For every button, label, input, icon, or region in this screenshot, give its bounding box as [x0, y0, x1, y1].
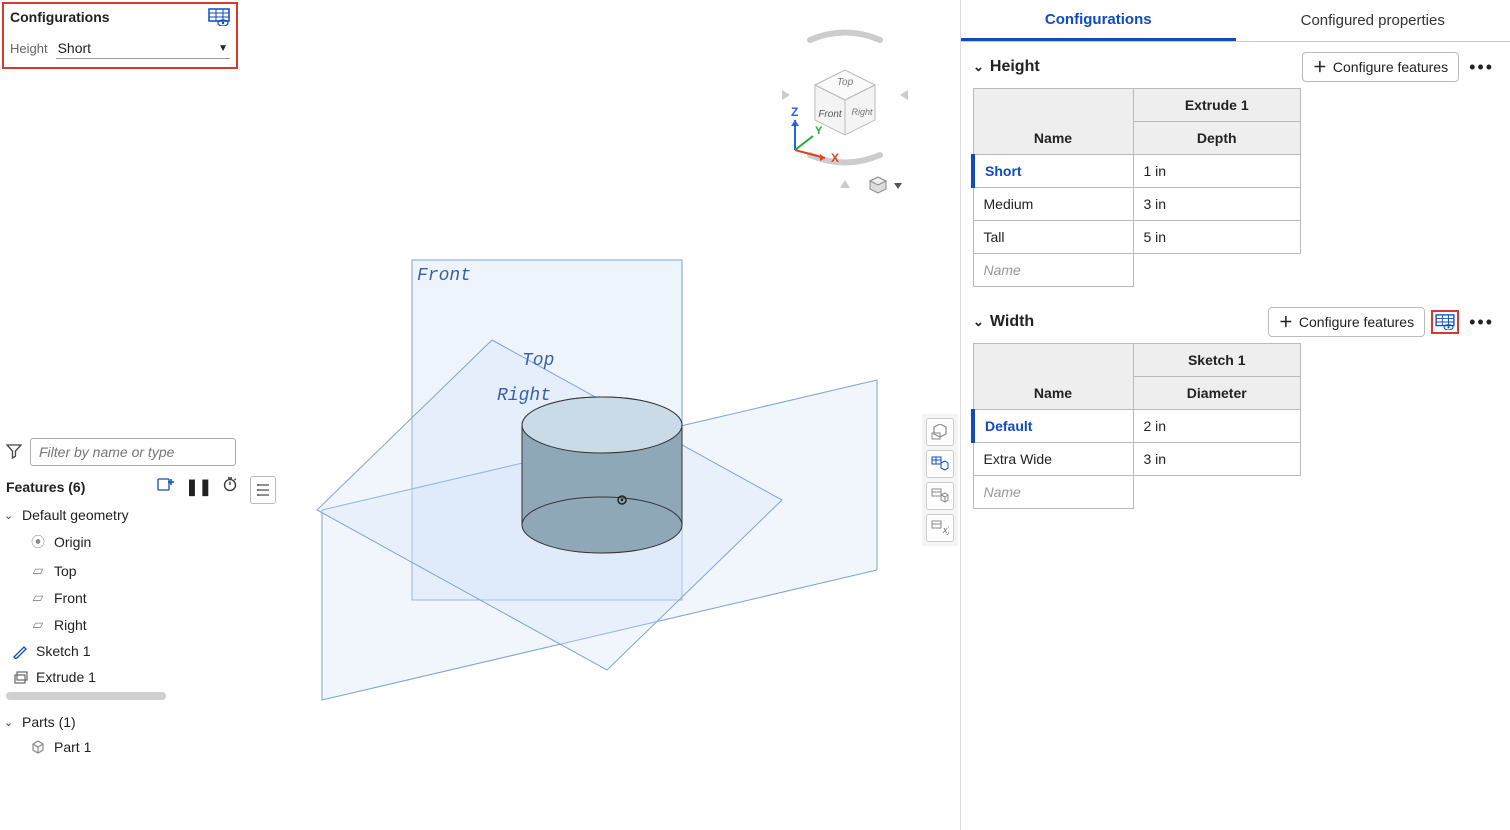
tree-group-default-geometry[interactable]: ⌄ Default geometry — [2, 503, 240, 527]
plane-label-right: Right — [497, 386, 551, 406]
col-header-name: Name — [973, 89, 1133, 155]
config-param-select[interactable]: Short ▼ — [56, 38, 230, 59]
table-row[interactable]: Tall 5 in — [973, 221, 1301, 254]
origin-icon: ⦿ — [30, 532, 46, 552]
filter-input[interactable] — [30, 438, 236, 466]
col-header-feature: Extrude 1 — [1133, 89, 1301, 122]
config-parts-icon[interactable] — [926, 450, 954, 478]
feature-panel: Features (6) ❚❚ ⌄ Default geometry ⦿ Ori… — [2, 436, 240, 830]
stopwatch-icon[interactable] — [222, 476, 238, 497]
plus-icon: ＋ — [1313, 57, 1327, 77]
tab-configured-properties[interactable]: Configured properties — [1236, 0, 1510, 41]
plane-icon: ▱ — [30, 562, 46, 579]
tree-item-part1[interactable]: Part 1 — [2, 734, 240, 760]
table-row[interactable]: Short 1 in — [973, 155, 1301, 188]
3d-viewport[interactable]: Front Top Right — [282, 200, 922, 800]
width-config-table: Name Sketch 1 Diameter Default 2 in Extr… — [971, 343, 1301, 509]
col-header-feature: Sketch 1 — [1133, 344, 1301, 377]
svg-text:Front: Front — [818, 109, 843, 120]
height-config-table: Name Extrude 1 Depth Short 1 in Medium 3… — [971, 88, 1301, 287]
svg-text:Right: Right — [851, 107, 873, 117]
config-section-height: ⌄ Height ＋ Configure features ••• Name E… — [961, 42, 1510, 297]
svg-text:Y: Y — [815, 125, 823, 137]
config-features-icon[interactable] — [926, 482, 954, 510]
svg-text:Z: Z — [791, 105, 798, 119]
table-row-new[interactable]: Name — [973, 476, 1301, 509]
col-header-name: Name — [973, 344, 1133, 410]
tree-item-right-plane[interactable]: ▱ Right — [2, 611, 240, 638]
features-header: Features (6) — [6, 479, 85, 495]
feature-tree: ⌄ Default geometry ⦿ Origin ▱ Top ▱ Fron… — [2, 501, 240, 762]
config-param-label: Height — [10, 41, 48, 56]
pause-icon[interactable]: ❚❚ — [185, 477, 212, 497]
configure-features-button[interactable]: ＋ Configure features — [1302, 52, 1459, 82]
more-options-icon[interactable]: ••• — [1465, 57, 1498, 78]
configurations-panel: Configurations Configured properties ⌄ H… — [960, 0, 1510, 830]
plane-icon: ▱ — [30, 589, 46, 606]
plane-icon: ▱ — [30, 616, 46, 633]
table-row[interactable]: Medium 3 in — [973, 188, 1301, 221]
feature-list-toggle[interactable] — [250, 476, 276, 504]
filter-icon[interactable] — [4, 443, 24, 462]
tree-item-top-plane[interactable]: ▱ Top — [2, 557, 240, 584]
more-options-icon[interactable]: ••• — [1465, 312, 1498, 333]
caret-down-icon: ▼ — [218, 43, 228, 54]
chevron-down-icon[interactable]: ⌄ — [973, 59, 984, 75]
col-header-value: Diameter — [1133, 377, 1301, 410]
part-icon — [30, 739, 46, 755]
sketch-icon — [12, 643, 28, 659]
config-table-view-icon[interactable] — [1431, 310, 1459, 334]
extrude-icon — [12, 669, 28, 685]
tab-configurations[interactable]: Configurations — [961, 0, 1236, 41]
rollback-bar[interactable] — [6, 692, 166, 700]
col-header-value: Depth — [1133, 122, 1301, 155]
svg-text:Top: Top — [837, 77, 854, 88]
svg-text:x): x) — [942, 525, 949, 535]
display-mode-dropdown — [870, 177, 902, 193]
svg-text:X: X — [831, 151, 839, 165]
table-row[interactable]: Extra Wide 3 in — [973, 443, 1301, 476]
config-vertical-toolbar: x) — [922, 414, 958, 546]
chevron-down-icon[interactable]: ⌄ — [973, 314, 984, 330]
add-feature-icon[interactable] — [157, 476, 175, 497]
table-row-new[interactable]: Name — [973, 254, 1301, 287]
section-title-width: Width — [990, 313, 1034, 331]
tree-item-extrude[interactable]: Extrude 1 — [2, 664, 240, 690]
tree-item-sketch[interactable]: Sketch 1 — [2, 638, 240, 664]
table-row[interactable]: Default 2 in — [973, 410, 1301, 443]
tree-group-parts[interactable]: ⌄ Parts (1) — [2, 710, 240, 734]
view-cube[interactable]: Top Front Right X Z Y — [760, 20, 930, 200]
tree-item-front-plane[interactable]: ▱ Front — [2, 584, 240, 611]
section-title-height: Height — [990, 58, 1040, 76]
config-section-width: ⌄ Width ＋ Configure features — [961, 297, 1510, 519]
chevron-down-icon: ⌄ — [4, 509, 16, 522]
tree-item-origin[interactable]: ⦿ Origin — [2, 527, 240, 557]
config-variables-icon[interactable]: x) — [926, 514, 954, 542]
plane-label-front: Front — [417, 266, 471, 286]
plane-label-top: Top — [522, 351, 554, 371]
plus-icon: ＋ — [1279, 312, 1293, 332]
configure-features-button[interactable]: ＋ Configure features — [1268, 307, 1425, 337]
config-table-icon[interactable] — [926, 418, 954, 446]
config-table-view-icon[interactable] — [208, 8, 230, 26]
chevron-down-icon: ⌄ — [4, 716, 16, 729]
configurations-title: Configurations — [10, 9, 110, 25]
config-param-value: Short — [58, 40, 91, 56]
configurations-selector-box: Configurations Height Short ▼ — [2, 2, 238, 69]
